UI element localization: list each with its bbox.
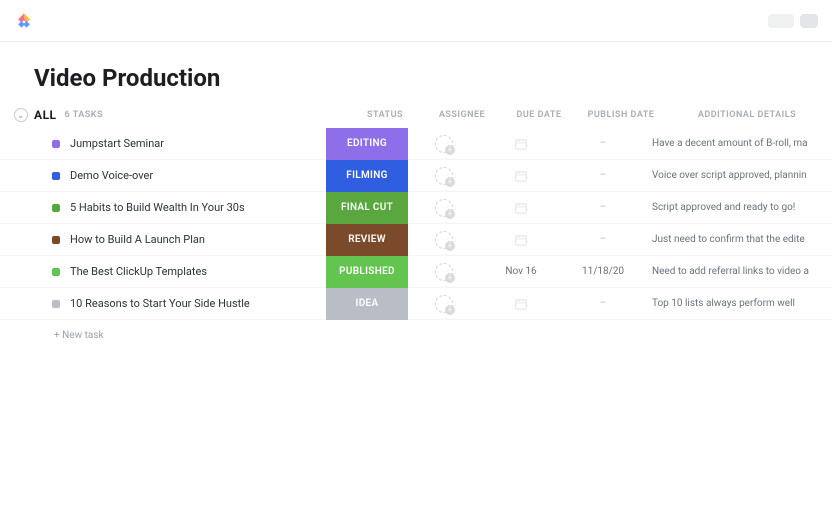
new-task-button[interactable]: + New task: [0, 320, 832, 351]
status-chip[interactable]: REVIEW: [326, 224, 408, 256]
topbar: [0, 0, 832, 42]
task-status-dot: [52, 268, 60, 276]
page-title: Video Production: [0, 42, 832, 108]
group-collapse-icon[interactable]: ⌄: [14, 108, 28, 122]
assignee-cell[interactable]: [408, 295, 480, 313]
task-name[interactable]: The Best ClickUp Templates: [70, 265, 326, 278]
publish-date-cell[interactable]: –: [562, 298, 644, 309]
details-cell[interactable]: Voice over script approved, plannin: [644, 170, 814, 181]
task-status-dot: [52, 140, 60, 148]
topbar-placeholder-1[interactable]: [768, 14, 794, 28]
assignee-add-icon[interactable]: [435, 263, 453, 281]
assignee-add-icon[interactable]: [435, 167, 453, 185]
assignee-cell[interactable]: [408, 231, 480, 249]
due-date-cell[interactable]: [480, 169, 562, 183]
task-status-dot: [52, 204, 60, 212]
assignee-cell[interactable]: [408, 199, 480, 217]
status-chip[interactable]: FILMING: [326, 160, 408, 192]
status-chip[interactable]: EDITING: [326, 128, 408, 160]
assignee-cell[interactable]: [408, 263, 480, 281]
col-header-status[interactable]: STATUS: [344, 110, 426, 120]
due-date-cell[interactable]: [480, 297, 562, 311]
due-date-cell[interactable]: [480, 233, 562, 247]
assignee-add-icon[interactable]: [435, 135, 453, 153]
task-status-dot: [52, 172, 60, 180]
topbar-actions: [768, 14, 818, 28]
assignee-add-icon[interactable]: [435, 199, 453, 217]
publish-date-cell[interactable]: –: [562, 170, 644, 181]
publish-date-cell[interactable]: –: [562, 202, 644, 213]
assignee-cell[interactable]: [408, 167, 480, 185]
columns-header: ⌄ ALL 6 TASKS STATUS ASSIGNEE DUE DATE P…: [0, 108, 832, 128]
publish-date-cell[interactable]: –: [562, 138, 644, 149]
due-date-cell[interactable]: [480, 137, 562, 151]
task-row[interactable]: How to Build A Launch PlanREVIEW –Just ne…: [0, 224, 832, 256]
assignee-add-icon[interactable]: [435, 231, 453, 249]
col-header-due[interactable]: DUE DATE: [498, 110, 580, 120]
task-name[interactable]: 10 Reasons to Start Your Side Hustle: [70, 297, 326, 310]
app-logo-icon: [14, 11, 34, 31]
details-cell[interactable]: Just need to confirm that the edite: [644, 234, 814, 245]
task-name[interactable]: Demo Voice-over: [70, 169, 326, 182]
publish-date-cell[interactable]: 11/18/20: [562, 266, 644, 277]
task-status-dot: [52, 236, 60, 244]
task-name[interactable]: How to Build A Launch Plan: [70, 233, 326, 246]
task-row[interactable]: Jumpstart SeminarEDITING –Have a decent a…: [0, 128, 832, 160]
details-cell[interactable]: Have a decent amount of B-roll, ma: [644, 138, 814, 149]
task-list: Jumpstart SeminarEDITING–Have a decent a…: [0, 128, 832, 320]
status-chip[interactable]: FINAL CUT: [326, 192, 408, 224]
col-header-publish[interactable]: PUBLISH DATE: [580, 110, 662, 120]
details-cell[interactable]: Need to add referral links to video a: [644, 266, 814, 277]
task-name[interactable]: 5 Habits to Build Wealth In Your 30s: [70, 201, 326, 214]
task-row[interactable]: 10 Reasons to Start Your Side HustleIDEA…: [0, 288, 832, 320]
due-date-cell[interactable]: [480, 201, 562, 215]
topbar-placeholder-2[interactable]: [800, 14, 818, 28]
details-cell[interactable]: Top 10 lists always perform well: [644, 298, 814, 309]
group-count: 6 TASKS: [65, 110, 103, 120]
task-row[interactable]: The Best ClickUp TemplatesPUBLISHED Nov 1…: [0, 256, 832, 288]
task-row[interactable]: Demo Voice-overFILMING –Voice over script…: [0, 160, 832, 192]
col-header-assignee[interactable]: ASSIGNEE: [426, 110, 498, 120]
publish-date-cell[interactable]: –: [562, 234, 644, 245]
status-chip[interactable]: PUBLISHED: [326, 256, 408, 288]
due-date-cell[interactable]: Nov 16: [480, 266, 562, 277]
col-header-details[interactable]: ADDITIONAL DETAILS: [662, 110, 832, 120]
group-label[interactable]: ALL: [34, 108, 57, 122]
assignee-add-icon[interactable]: [435, 295, 453, 313]
task-row[interactable]: 5 Habits to Build Wealth In Your 30sFINA…: [0, 192, 832, 224]
assignee-cell[interactable]: [408, 135, 480, 153]
status-chip[interactable]: IDEA: [326, 288, 408, 320]
task-name[interactable]: Jumpstart Seminar: [70, 137, 326, 150]
details-cell[interactable]: Script approved and ready to go!: [644, 202, 814, 213]
task-status-dot: [52, 300, 60, 308]
